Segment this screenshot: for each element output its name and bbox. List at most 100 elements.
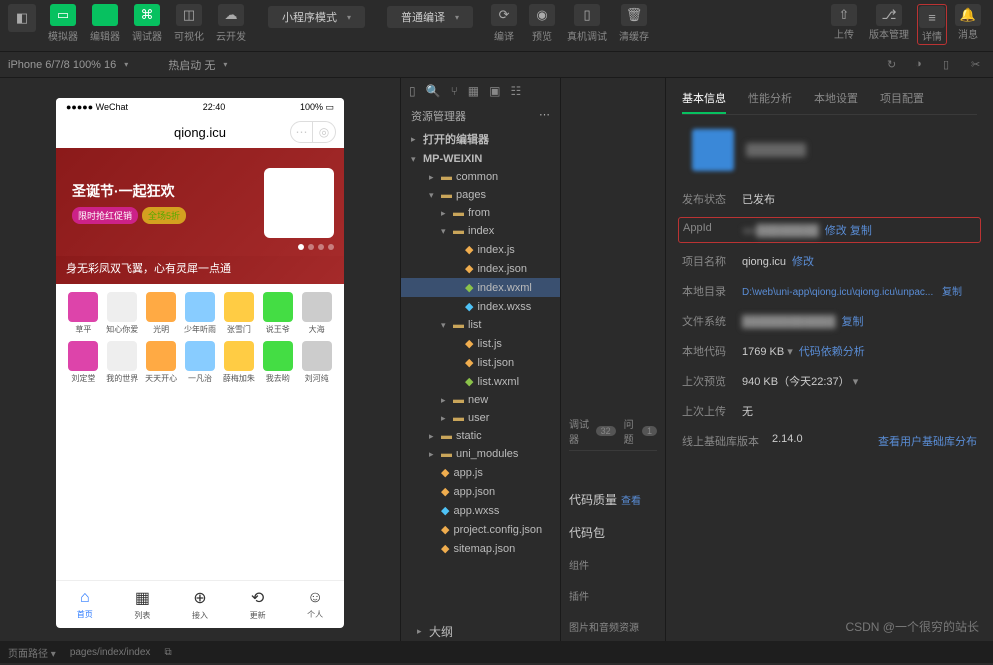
avatar-item[interactable]: 张雪门 [219, 292, 258, 335]
file-item[interactable]: ◆list.wxml [401, 372, 560, 391]
ext-icon[interactable]: ▦ [468, 84, 479, 98]
avatar-item[interactable]: 少年听雨 [181, 292, 220, 335]
avatar-item[interactable]: 光明 [142, 292, 181, 335]
folder-item[interactable]: ▾▬pages [401, 186, 560, 204]
appid-actions[interactable]: 修改 复制 [825, 225, 872, 237]
file-item[interactable]: ◆app.wxss [401, 501, 560, 520]
simulator-button[interactable]: ▭模拟器 [44, 4, 82, 43]
tab-update[interactable]: ⟲更新 [229, 581, 287, 628]
phone-statusbar: ●●●●● WeChat 22:40 100% ▭ [56, 98, 344, 116]
cache-button[interactable]: 🗑清缓存 [615, 4, 653, 43]
avatar-item[interactable]: 刘河纯 [297, 341, 336, 384]
mode-select[interactable]: 小程序模式 [268, 6, 365, 28]
quality-link[interactable]: 查看 [621, 496, 641, 507]
version-button[interactable]: ⎇版本管理 [865, 4, 913, 45]
baselib-dist-link[interactable]: 查看用户基础库分布 [878, 433, 977, 449]
chevron-down-icon[interactable]: ▾ [853, 376, 859, 388]
device-select[interactable]: iPhone 6/7/8 100% 16 [8, 59, 128, 71]
avatar-item[interactable]: 刘定堂 [64, 341, 103, 384]
upload-button[interactable]: ⇧上传 [827, 4, 861, 45]
compile-button[interactable]: ⟳编译 [487, 4, 521, 43]
file-item[interactable]: ◆sitemap.json [401, 539, 560, 558]
visualize-button[interactable]: ◫可视化 [170, 4, 208, 43]
folder-item[interactable]: ▸▬common [401, 168, 560, 186]
debug-panel: 调试器32 问题1 代码质量查看 代码包 组件 插件 图片和音频资源 其他 [560, 78, 665, 643]
file-item[interactable]: ◆index.json [401, 259, 560, 278]
avatar-item[interactable]: 薛梅加朱 [219, 341, 258, 384]
folder-item[interactable]: ▸▬static [401, 427, 560, 445]
file-item[interactable]: ◆index.wxml [401, 278, 560, 297]
capsule-menu-icon[interactable]: ⋯ [291, 122, 313, 142]
refresh-icon[interactable]: ↻ [887, 58, 901, 72]
avatar-icon[interactable]: ◧ [8, 4, 36, 32]
avatar-item[interactable]: 草平 [64, 292, 103, 335]
app-info [692, 129, 977, 171]
tab-add[interactable]: ⊕接入 [171, 581, 229, 628]
tab-home[interactable]: ⌂首页 [56, 581, 114, 628]
editor-button[interactable]: 编辑器 [86, 4, 124, 43]
tab-list[interactable]: ▦列表 [114, 581, 172, 628]
details-tab-1[interactable]: 性能分析 [748, 84, 792, 114]
file-item[interactable]: ◆app.js [401, 463, 560, 482]
remote-button[interactable]: ▯真机调试 [563, 4, 611, 43]
time-label: 22:40 [203, 102, 226, 112]
file-item[interactable]: ◆list.json [401, 353, 560, 372]
folder-item[interactable]: ▸▬from [401, 204, 560, 222]
debugger-button[interactable]: ⌘调试器 [128, 4, 166, 43]
avatar-item[interactable]: 我的世界 [103, 341, 142, 384]
banner[interactable]: 圣诞节·一起狂欢 限时抢红促销 全场5折 [56, 148, 344, 256]
page-path-value[interactable]: pages/index/index [70, 647, 151, 658]
details-tab-2[interactable]: 本地设置 [814, 84, 858, 114]
layers-icon[interactable]: ☷ [510, 84, 521, 98]
audio-icon[interactable]: ◑ [915, 58, 929, 72]
file-item[interactable]: ◆list.js [401, 334, 560, 353]
file-item[interactable]: ◆index.wxss [401, 297, 560, 316]
file-item[interactable]: ◆index.js [401, 240, 560, 259]
code-analysis-link[interactable]: 代码依赖分析 [799, 346, 865, 358]
tab-debugger[interactable]: 调试器32 [569, 416, 616, 446]
box-icon[interactable]: ▣ [489, 84, 500, 98]
folder-item[interactable]: ▸▬uni_modules [401, 445, 560, 463]
avatar-item[interactable]: 说王爷 [258, 292, 297, 335]
cut-icon[interactable]: ✂ [971, 58, 985, 72]
details-button[interactable]: ≡详情 [917, 4, 947, 45]
compile-select[interactable]: 普通编译 [387, 6, 473, 28]
tree-section[interactable]: ▸打开的编辑器 [401, 128, 560, 150]
message-button[interactable]: 🔔消息 [951, 4, 985, 45]
file-item[interactable]: ◆project.config.json [401, 520, 560, 539]
folder-item[interactable]: ▾▬index [401, 222, 560, 240]
phone-simulator: ●●●●● WeChat 22:40 100% ▭ qiong.icu ⋯ ◎ … [56, 98, 344, 628]
tree-section[interactable]: ▾MP-WEIXIN [401, 150, 560, 168]
main-area: ●●●●● WeChat 22:40 100% ▭ qiong.icu ⋯ ◎ … [0, 78, 993, 643]
folder-item[interactable]: ▸▬user [401, 409, 560, 427]
appid-value-hidden: wx████████ [743, 225, 819, 237]
details-tab-0[interactable]: 基本信息 [682, 84, 726, 114]
page-title: qiong.icu [174, 125, 226, 140]
chevron-down-icon[interactable]: ▾ [787, 346, 793, 358]
cloud-button[interactable]: ☁云开发 [212, 4, 250, 43]
device-icon[interactable]: ▯ [943, 58, 957, 72]
branch-icon[interactable]: ⑂ [451, 84, 458, 98]
reload-select[interactable]: 热启动 无 [168, 57, 227, 73]
folder-item[interactable]: ▸▬new [401, 391, 560, 409]
files-icon[interactable]: ▯ [409, 84, 416, 98]
fs-copy-link[interactable]: 复制 [842, 316, 864, 328]
preview-button[interactable]: ◉预览 [525, 4, 559, 43]
file-item[interactable]: ◆app.json [401, 482, 560, 501]
capsule-close-icon[interactable]: ◎ [313, 122, 335, 142]
details-tab-3[interactable]: 项目配置 [880, 84, 924, 114]
tab-problems[interactable]: 问题1 [624, 416, 657, 446]
outline-section[interactable]: ▸大纲 [401, 620, 560, 643]
avatar-grid: 草平知心你爱光明少年听雨张雪门说王爷大海 刘定堂我的世界天天开心一凡治薛梅加朱我… [56, 284, 344, 398]
tab-profile[interactable]: ☺个人 [286, 581, 344, 628]
avatar-item[interactable]: 大海 [297, 292, 336, 335]
search-icon[interactable]: 🔍 [426, 84, 441, 98]
folder-item[interactable]: ▾▬list [401, 316, 560, 334]
dir-copy-link[interactable]: 复制 [942, 287, 962, 298]
more-icon[interactable]: ⋯ [539, 108, 550, 124]
avatar-item[interactable]: 我去哟 [258, 341, 297, 384]
avatar-item[interactable]: 知心你爱 [103, 292, 142, 335]
name-edit-link[interactable]: 修改 [792, 256, 814, 268]
avatar-item[interactable]: 天天开心 [142, 341, 181, 384]
avatar-item[interactable]: 一凡治 [181, 341, 220, 384]
